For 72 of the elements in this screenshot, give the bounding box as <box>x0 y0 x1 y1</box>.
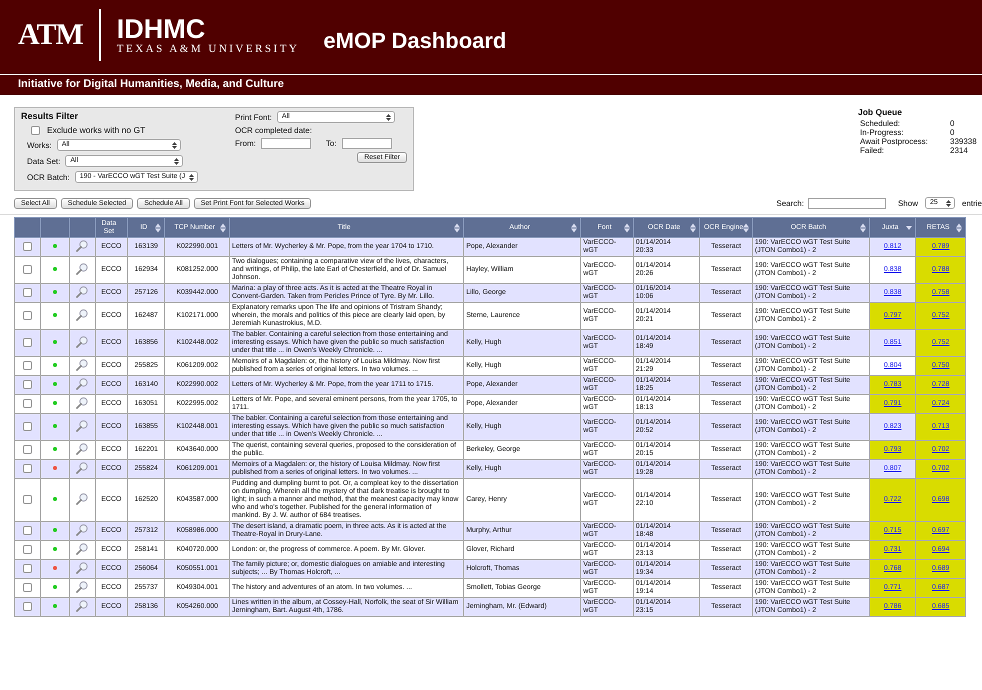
filter-title: Results Filter <box>21 111 80 121</box>
date-label: OCR completed date: <box>235 126 313 135</box>
row-checkbox[interactable] <box>23 338 32 348</box>
magnifier-icon[interactable] <box>76 442 88 454</box>
magnifier-icon[interactable] <box>76 240 88 252</box>
column-header <box>69 218 96 238</box>
row-checkbox[interactable] <box>23 526 32 536</box>
row-checkbox[interactable] <box>23 445 32 454</box>
entries-label: entrie <box>962 198 982 208</box>
filter-label: Print Font: <box>235 112 272 122</box>
magnifier-icon[interactable] <box>76 262 88 274</box>
search-label: Search: <box>776 198 804 208</box>
row-checkbox[interactable] <box>23 311 32 320</box>
magnifier-icon[interactable] <box>76 600 88 612</box>
updown-icon <box>386 114 391 120</box>
row-checkbox[interactable] <box>23 288 32 298</box>
magnifier-icon[interactable] <box>76 358 88 370</box>
updown-icon <box>946 200 951 206</box>
search-field[interactable] <box>808 198 886 208</box>
subtitle: Initiative for Digital Humanities, Media, and Culture <box>18 78 284 90</box>
column-header <box>14 218 41 238</box>
from-date-field[interactable] <box>260 138 311 149</box>
queue-value: 0 <box>950 119 954 128</box>
job-queue-title: Job Queue <box>858 107 903 117</box>
row-checkbox[interactable] <box>23 564 32 574</box>
filter-label: Works: <box>27 140 52 150</box>
magnifier-icon[interactable] <box>76 492 88 504</box>
exclude-checkbox[interactable] <box>31 126 40 134</box>
updown-icon <box>189 174 194 180</box>
queue-label: Await Postprocess: <box>859 137 929 146</box>
from-label: From: <box>235 139 256 148</box>
magnifier-icon[interactable] <box>76 542 88 554</box>
filter-label: OCR Batch: <box>27 172 70 182</box>
row-checkbox[interactable] <box>23 583 32 592</box>
magnifier-icon[interactable] <box>76 462 88 474</box>
to-label: To: <box>326 139 337 148</box>
queue-label: Failed: <box>859 146 886 155</box>
updown-icon <box>174 158 180 164</box>
filter-label: Data Set: <box>27 156 60 166</box>
row-checkbox[interactable] <box>23 464 32 474</box>
show-label: Show <box>898 198 918 208</box>
row-checkbox[interactable] <box>23 399 32 408</box>
queue-value: 2314 <box>950 146 968 155</box>
row-checkbox[interactable] <box>23 495 32 504</box>
row-checkbox[interactable] <box>23 242 32 252</box>
university-name: TEXAS A&M UNIVERSITY <box>116 43 300 55</box>
magnifier-icon[interactable] <box>76 378 88 390</box>
row-checkbox[interactable] <box>23 380 32 390</box>
magnifier-icon[interactable] <box>76 308 88 320</box>
queue-value: 0 <box>950 128 954 137</box>
row-checkbox[interactable] <box>23 602 32 612</box>
magnifier-icon[interactable] <box>76 286 88 298</box>
row-checkbox[interactable] <box>23 545 32 554</box>
row-checkbox[interactable] <box>23 361 32 370</box>
row-checkbox[interactable] <box>23 265 32 274</box>
org-name: IDHMC <box>116 15 206 43</box>
app-title: eMOP Dashboard <box>323 28 506 54</box>
exclude-label: Exclude works with no GT <box>47 125 146 135</box>
row-checkbox[interactable] <box>23 422 32 432</box>
university-logo: ATM <box>18 18 83 52</box>
queue-label: Scheduled: <box>859 119 902 128</box>
updown-icon <box>172 142 177 148</box>
magnifier-icon[interactable] <box>76 396 88 408</box>
to-date-field[interactable] <box>342 138 392 149</box>
magnifier-icon[interactable] <box>76 580 88 592</box>
queue-value: 339338 <box>950 137 977 146</box>
queue-label: In-Progress: <box>859 128 905 137</box>
column-header <box>40 218 69 238</box>
magnifier-icon[interactable] <box>76 562 88 574</box>
magnifier-icon[interactable] <box>76 524 88 536</box>
magnifier-icon[interactable] <box>76 420 88 432</box>
magnifier-icon[interactable] <box>76 336 88 348</box>
